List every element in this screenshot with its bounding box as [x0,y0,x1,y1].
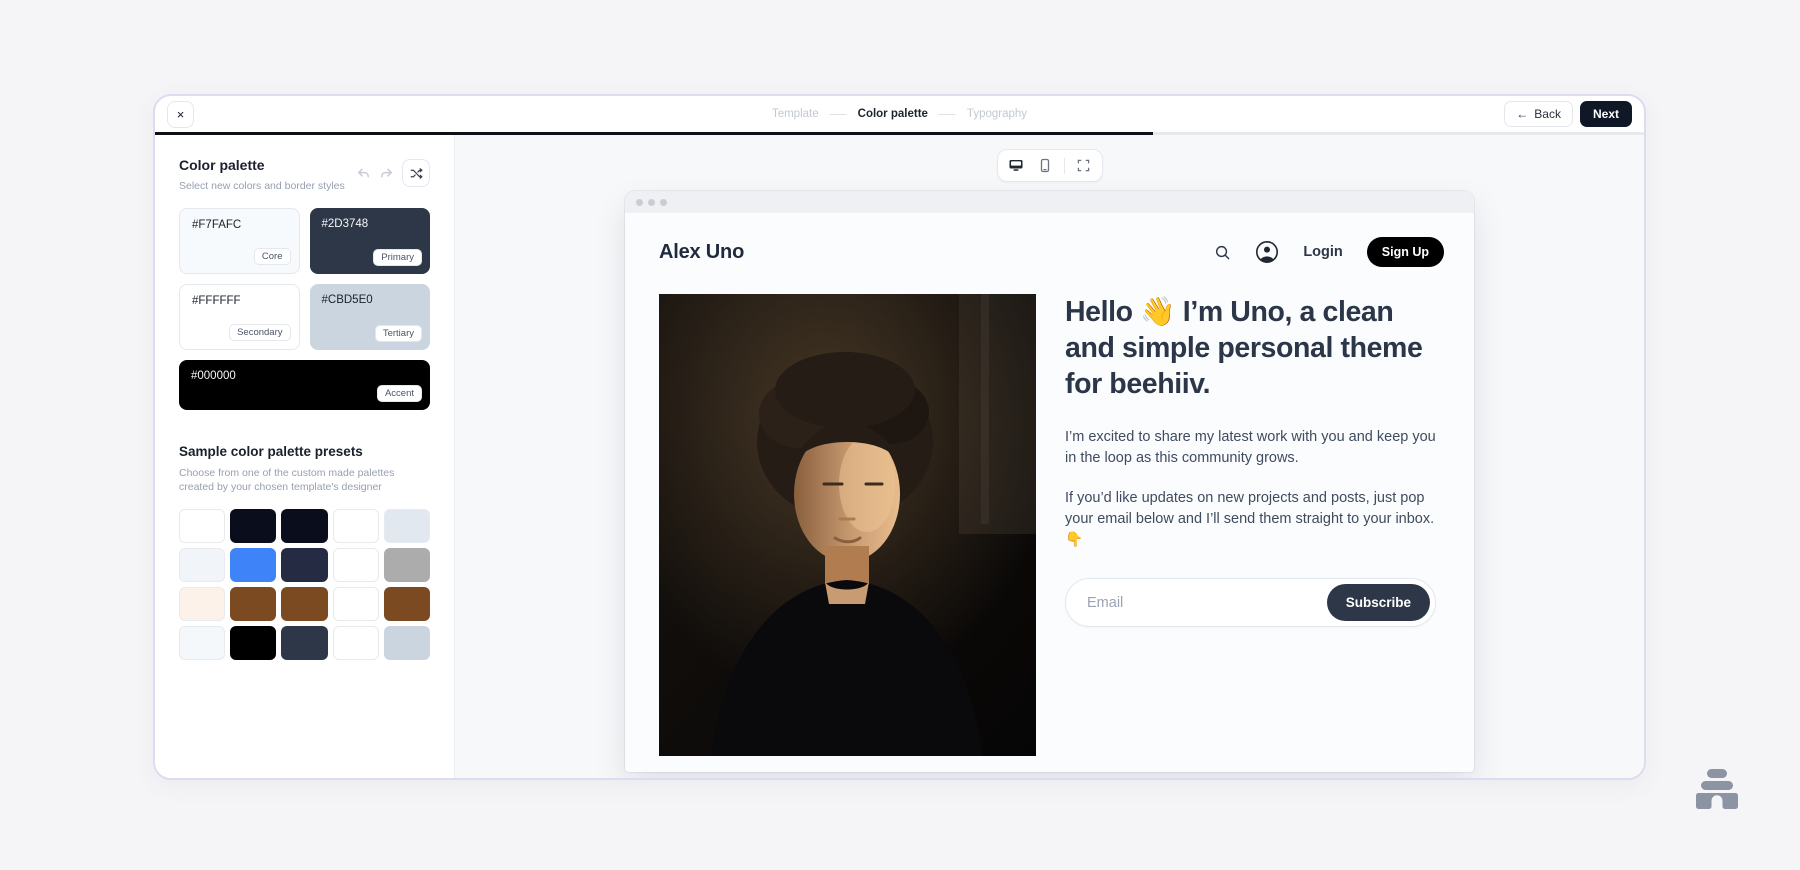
search-icon[interactable] [1214,244,1231,261]
window-dot [636,199,643,206]
preset-swatch[interactable] [333,548,379,582]
preset-swatch[interactable] [281,626,327,660]
desktop-icon [1008,158,1024,173]
toolbar-separator [1064,158,1065,174]
preset-swatch[interactable] [230,626,276,660]
mobile-view-button[interactable] [1032,153,1059,178]
window-dot [660,199,667,206]
device-toolbar [997,149,1103,182]
swatch-role-chip: Core [254,248,291,265]
step-divider [830,114,847,115]
preset-swatch[interactable] [281,548,327,582]
swatch-primary[interactable]: #2D3748 Primary [310,208,431,274]
step-color-palette[interactable]: Color palette [858,108,928,120]
preset-swatch[interactable] [179,509,225,543]
preset-swatch[interactable] [333,626,379,660]
swatch-hex: #2D3748 [322,218,369,230]
color-palette-sidebar: Color palette Select new colors and bord… [155,135,455,778]
shuffle-icon [410,167,423,180]
swatch-hex: #CBD5E0 [322,294,373,306]
expand-icon [1077,159,1090,172]
preset-swatch[interactable] [384,548,430,582]
preset-swatch[interactable] [230,548,276,582]
swatch-hex: #F7FAFC [192,219,241,231]
sidebar-title: Color palette [179,157,356,173]
preset-swatch[interactable] [384,587,430,621]
sidebar-header: Color palette Select new colors and bord… [179,157,430,192]
mobile-icon [1039,158,1051,173]
preset-swatch[interactable] [230,509,276,543]
beehiiv-logo-icon [1694,768,1740,815]
hero-paragraph-1: I’m excited to share my latest work with… [1065,427,1436,469]
topbar-actions: ← Back Next [1504,101,1632,127]
close-icon: × [177,107,185,122]
desktop-view-button[interactable] [1003,153,1030,178]
preview-area: Alex Uno Login Sign Up [455,135,1644,778]
next-button[interactable]: Next [1580,101,1632,127]
swatch-tertiary[interactable]: #CBD5E0 Tertiary [310,284,431,350]
hero-portrait-image [659,294,1036,756]
swatch-secondary[interactable]: #FFFFFF Secondary [179,284,300,350]
swatch-core[interactable]: #F7FAFC Core [179,208,300,274]
hero-section: Hello 👋 I’m Uno, a clean and simple pers… [625,267,1474,756]
page: { "topbar": { "close_icon": "×", "steps"… [0,0,1800,870]
undo-icon[interactable] [356,166,371,181]
hero-paragraph-2: If you’d like updates on new projects an… [1065,488,1436,551]
current-palette-grid: #F7FAFC Core #2D3748 Primary #FFFFFF Sec… [179,208,430,410]
site-nav-actions: Login Sign Up [1214,237,1444,267]
subscribe-button[interactable]: Subscribe [1327,584,1430,621]
account-icon[interactable] [1255,240,1279,264]
next-label: Next [1593,107,1619,121]
shuffle-button[interactable] [402,159,430,187]
login-link[interactable]: Login [1303,244,1342,260]
subscribe-form: Subscribe [1065,578,1436,627]
swatch-role-chip: Accent [377,385,422,402]
wizard-topbar: × Template Color palette Typography ← Ba… [155,96,1644,132]
email-input[interactable] [1066,579,1324,626]
preview-browser-window: Alex Uno Login Sign Up [625,191,1474,772]
preset-swatch[interactable] [179,626,225,660]
step-template[interactable]: Template [772,108,819,120]
preset-swatch[interactable] [333,587,379,621]
preset-swatch[interactable] [179,587,225,621]
step-typography[interactable]: Typography [967,108,1027,120]
swatch-role-chip: Secondary [229,324,290,341]
site-brand[interactable]: Alex Uno [659,241,1214,264]
swatch-role-chip: Primary [373,249,422,266]
preset-swatch[interactable] [384,509,430,543]
step-divider [939,114,956,115]
swatch-accent[interactable]: #000000 Accent [179,360,430,410]
swatch-hex: #FFFFFF [192,295,241,307]
preset-grid [179,509,430,660]
presets-title: Sample color palette presets [179,444,430,459]
preset-swatch[interactable] [281,587,327,621]
preset-swatch[interactable] [230,587,276,621]
browser-titlebar [625,191,1474,213]
back-label: Back [1534,107,1561,121]
wizard-card: × Template Color palette Typography ← Ba… [153,94,1646,780]
swatch-role-chip: Tertiary [375,325,422,342]
fullscreen-button[interactable] [1070,153,1097,178]
site-preview: Alex Uno Login Sign Up [625,213,1474,772]
hero-heading: Hello 👋 I’m Uno, a clean and simple pers… [1065,294,1436,402]
sidebar-subtitle: Select new colors and border styles [179,180,356,192]
preset-swatch[interactable] [333,509,379,543]
window-dot [648,199,655,206]
sidebar-titles: Color palette Select new colors and bord… [179,157,356,192]
presets-description: Choose from one of the custom made palet… [179,466,430,494]
back-button[interactable]: ← Back [1504,101,1573,127]
site-navbar: Alex Uno Login Sign Up [625,213,1474,267]
swatch-hex: #000000 [191,370,236,382]
preset-swatch[interactable] [179,548,225,582]
back-arrow-icon: ← [1516,107,1528,121]
sidebar-tools [356,159,430,187]
signup-button[interactable]: Sign Up [1367,237,1444,267]
card-body: Color palette Select new colors and bord… [155,135,1644,778]
redo-icon[interactable] [379,166,394,181]
preset-swatch[interactable] [384,626,430,660]
hero-text-column: Hello 👋 I’m Uno, a clean and simple pers… [1065,294,1436,627]
close-button[interactable]: × [167,101,194,128]
preset-swatch[interactable] [281,509,327,543]
breadcrumb: Template Color palette Typography [772,108,1027,120]
